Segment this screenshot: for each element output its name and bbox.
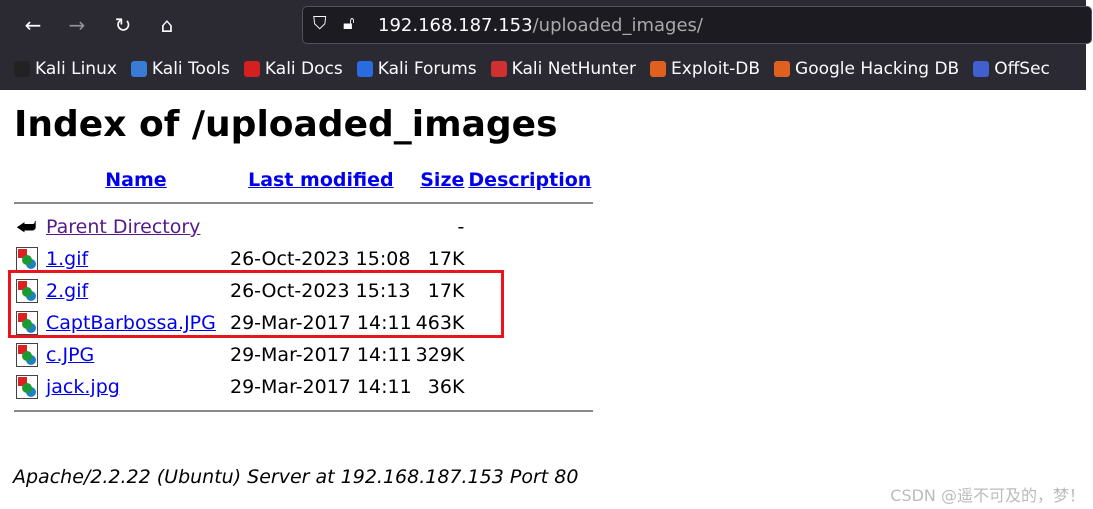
bookmark-item[interactable]: Kali Docs [243,59,343,79]
forward-button[interactable]: → [62,10,92,40]
url-bar[interactable]: ⛉ 🔓︎ 192.168.187.153/uploaded_images/ [302,6,1092,44]
browser-chrome: ← → ↻ ⌂ ⛉ 🔓︎ 192.168.187.153/uploaded_im… [0,0,1092,90]
image-file-icon [16,375,38,399]
url-text[interactable]: 192.168.187.153/uploaded_images/ [378,15,703,36]
bookmark-item[interactable]: Kali NetHunter [490,59,637,79]
file-link[interactable]: jack.jpg [46,376,120,398]
column-header-modified[interactable]: Last modified [228,169,414,195]
bookmark-item[interactable]: Exploit-DB [650,59,760,79]
bookmark-item[interactable]: Kali Tools [130,59,230,79]
table-row: jack.jpg 29-Mar-2017 14:11 36K [14,371,593,403]
file-size: 329K [415,344,465,366]
file-size: 36K [427,376,465,398]
bookmark-item[interactable]: OffSec [973,59,1050,79]
bookmark-label: Google Hacking DB [795,59,960,79]
shield-icon[interactable]: ⛉ [313,13,327,34]
server-signature: Apache/2.2.22 (Ubuntu) Server at 192.168… [13,466,579,488]
bookmark-label: Kali Docs [264,59,343,79]
bookmark-favicon-icon [356,61,373,77]
nav-toolbar: ← → ↻ ⌂ ⛉ 🔓︎ 192.168.187.153/uploaded_im… [0,0,1092,50]
url-host: 192.168.187.153 [378,15,533,36]
file-modified: 29-Mar-2017 14:11 [230,344,412,366]
table-row: c.JPG 29-Mar-2017 14:11 329K [14,339,593,371]
bookmark-favicon-icon [490,61,507,77]
sort-modified-link[interactable]: Last modified [248,169,393,191]
sort-size-link[interactable]: Size [420,169,464,191]
watermark: CSDN @遥不可及的，梦！ [890,486,1085,505]
bookmark-favicon-icon [14,61,30,77]
file-link[interactable]: c.JPG [46,344,94,366]
bookmark-favicon-icon [774,61,791,77]
bookmark-label: Kali Tools [151,59,230,79]
bookmark-item[interactable]: Google Hacking DB [774,59,959,79]
parent-directory-link[interactable]: Parent Directory [46,216,200,238]
bookmark-favicon-icon [130,61,147,77]
bookmark-label: Kali Linux [35,59,117,79]
file-size: - [457,216,465,238]
column-header-size[interactable]: Size [414,169,467,195]
column-header-name[interactable]: Name [44,169,228,195]
divider [14,410,594,412]
back-button[interactable]: ← [18,10,48,40]
bookmark-favicon-icon [650,61,667,77]
table-row-parent: ⮨ Parent Directory - [14,211,593,243]
home-button[interactable]: ⌂ [152,10,182,40]
sort-name-link[interactable]: Name [105,169,166,191]
bookmark-label: Kali Forums [377,59,477,79]
icon-column-header [14,169,44,195]
bookmark-favicon-icon [973,61,990,77]
bookmarks-bar: Kali Linux Kali Tools Kali Docs Kali Forums… [14,54,1050,84]
file-link[interactable]: 1.gif [46,248,88,270]
bookmark-label: Kali NetHunter [511,59,637,79]
bookmark-label: OffSec [994,59,1050,79]
reload-button[interactable]: ↻ [108,10,138,40]
image-file-icon [16,343,38,367]
insecure-lock-icon[interactable]: 🔓︎ [343,13,355,34]
back-arrow-icon: ⮨ [16,214,37,240]
highlight-box [8,270,504,338]
bookmark-favicon-icon [243,61,260,77]
column-header-description[interactable]: Description [466,169,593,195]
page-title: Index of /uploaded_images [14,104,558,145]
image-file-icon [16,247,38,271]
file-modified: 29-Mar-2017 14:11 [230,376,412,398]
url-path: /uploaded_images/ [532,15,703,36]
bookmark-item[interactable]: Kali Forums [356,59,477,79]
bookmark-item[interactable]: Kali Linux [14,59,117,79]
sort-description-link[interactable]: Description [468,169,591,191]
directory-listing: Index of /uploaded_images Name Last modi… [14,104,594,419]
divider [14,202,594,204]
bookmark-label: Exploit-DB [671,59,761,79]
